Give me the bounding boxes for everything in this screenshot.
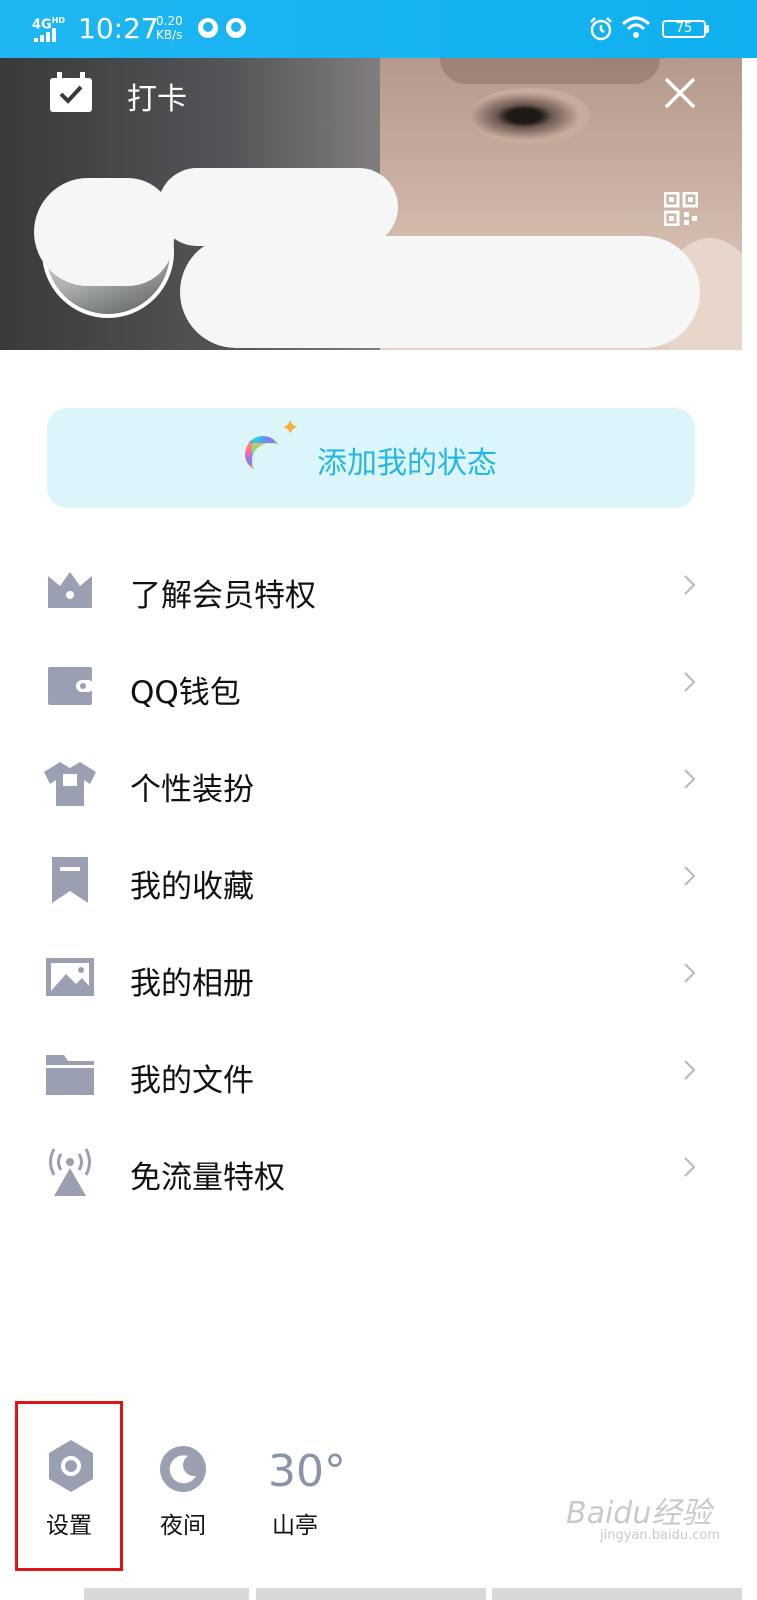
watermark: Baidu经验 bbox=[566, 1496, 712, 1531]
status-bar: 4GHD 10:27 0.20 KB/s 75 bbox=[0, 0, 757, 58]
add-status-button[interactable]: ✦ 添加我的状态 bbox=[47, 408, 695, 508]
menu-item-vip-privilege[interactable]: 了解会员特权 bbox=[0, 566, 742, 663]
qr-code-icon[interactable] bbox=[664, 192, 698, 226]
annotation-highlight-box bbox=[15, 1401, 123, 1571]
menu-item-qq-wallet[interactable]: QQ钱包 bbox=[0, 663, 742, 760]
redaction-blob bbox=[180, 236, 700, 348]
calendar-check-icon[interactable] bbox=[48, 72, 94, 114]
menu-item-album[interactable]: 我的相册 bbox=[0, 954, 742, 1051]
weather-location[interactable]: 山亭 bbox=[272, 1506, 318, 1540]
menu-label: 我的文件 bbox=[130, 1063, 254, 1099]
crown-icon bbox=[48, 572, 92, 608]
status-ring-hole bbox=[252, 443, 288, 479]
signal-icon bbox=[34, 28, 56, 42]
chevron-right-icon bbox=[684, 963, 696, 983]
nav-indicator bbox=[256, 1588, 486, 1600]
battery-icon: 75 bbox=[662, 20, 706, 38]
menu-item-favorites[interactable]: 我的收藏 bbox=[0, 857, 742, 954]
add-status-label: 添加我的状态 bbox=[317, 446, 497, 481]
menu-item-free-data[interactable]: 免流量特权 bbox=[0, 1148, 742, 1245]
chevron-right-icon bbox=[684, 769, 696, 789]
menu-item-personalize[interactable]: 个性装扮 bbox=[0, 760, 742, 857]
chevron-right-icon bbox=[684, 575, 696, 595]
moon-icon[interactable] bbox=[160, 1446, 206, 1492]
nav-indicator bbox=[492, 1588, 742, 1600]
checkin-label[interactable]: 打卡 bbox=[127, 74, 187, 118]
menu-item-files[interactable]: 我的文件 bbox=[0, 1051, 742, 1148]
network-speed: 0.20 KB/s bbox=[156, 14, 183, 42]
menu-label: 我的相册 bbox=[130, 966, 254, 1002]
battery-tip bbox=[706, 25, 709, 33]
watermark-url: jingyan.baidu.com bbox=[600, 1528, 720, 1543]
broadcast-icon bbox=[49, 1148, 91, 1196]
chevron-right-icon bbox=[684, 672, 696, 692]
close-icon[interactable] bbox=[663, 76, 697, 110]
qq-icon bbox=[198, 18, 218, 38]
menu-label: 个性装扮 bbox=[130, 772, 254, 808]
menu-label: 我的收藏 bbox=[130, 869, 254, 905]
chevron-right-icon bbox=[684, 1157, 696, 1177]
sparkle-icon: ✦ bbox=[281, 416, 300, 441]
header-background-eye bbox=[470, 88, 590, 144]
profile-header: 打卡 ★★★ bbox=[0, 58, 742, 350]
qq-icon bbox=[226, 18, 246, 38]
chevron-right-icon bbox=[684, 1060, 696, 1080]
chevron-right-icon bbox=[684, 866, 696, 886]
clock: 10:27 bbox=[78, 12, 159, 45]
photo-icon bbox=[46, 958, 94, 996]
nav-indicator bbox=[84, 1588, 249, 1600]
tshirt-icon bbox=[44, 762, 96, 806]
redaction-blob bbox=[34, 178, 174, 286]
header-background-brow bbox=[440, 58, 660, 84]
folder-icon bbox=[46, 1055, 94, 1095]
weather-temperature[interactable]: 30° bbox=[268, 1446, 346, 1497]
wallet-icon bbox=[48, 667, 94, 705]
alarm-icon bbox=[590, 17, 612, 41]
night-mode-label[interactable]: 夜间 bbox=[160, 1506, 206, 1540]
bookmark-icon bbox=[52, 857, 88, 903]
redaction-blob bbox=[158, 168, 398, 246]
menu-label: QQ钱包 bbox=[130, 675, 241, 711]
menu-label: 免流量特权 bbox=[130, 1160, 285, 1196]
menu-label: 了解会员特权 bbox=[130, 578, 316, 614]
wifi-icon bbox=[621, 16, 651, 38]
